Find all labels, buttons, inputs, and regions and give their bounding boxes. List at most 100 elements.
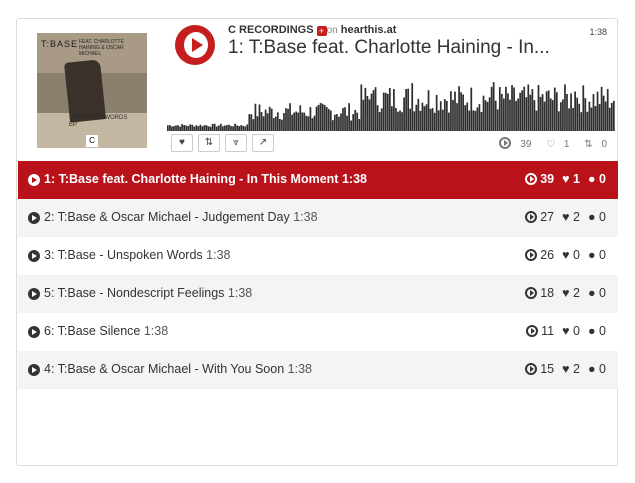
popout-button[interactable]: ↗ — [252, 134, 274, 152]
waveform-bar — [356, 112, 359, 131]
waveform-bar — [578, 103, 581, 131]
heart-icon: ♥ — [562, 324, 570, 338]
play-count-icon — [525, 249, 538, 261]
site-link[interactable]: hearthis.at — [341, 24, 397, 36]
waveform-bar — [287, 108, 289, 131]
waveform-bar — [588, 101, 591, 131]
follow-plus-icon[interactable]: + — [316, 26, 327, 36]
waveform-bar — [612, 100, 615, 131]
waveform-bar — [429, 108, 432, 131]
repost-button[interactable]: ⇅ — [198, 134, 220, 152]
waveform-bar — [543, 101, 546, 131]
like-button[interactable]: ♥ — [171, 134, 193, 152]
waveform-bar — [586, 111, 589, 131]
waveform-bar — [553, 87, 556, 131]
waveform-bar — [437, 110, 440, 131]
play-circle-icon[interactable] — [28, 364, 40, 376]
waveform-bar — [372, 90, 375, 131]
waveform-bar — [409, 108, 412, 131]
play-circle-icon[interactable] — [28, 250, 40, 262]
waveform-bar — [376, 105, 379, 131]
artwork-figure — [63, 59, 107, 123]
comment-icon: ● — [588, 362, 596, 376]
play-count-icon — [525, 363, 538, 375]
track-stats: 39 ♥ 1 ● 0 — [517, 172, 606, 186]
waveform-bar — [423, 106, 426, 131]
waveform-bar — [252, 119, 255, 131]
track-title[interactable]: 1: T:Base feat. Charlotte Haining - In..… — [228, 37, 588, 59]
track-name[interactable]: 6: T:Base Silence 1:38 — [44, 324, 168, 338]
waveform-bar — [470, 87, 473, 131]
waveform-bar — [503, 98, 505, 131]
track-name[interactable]: 5: T:Base - Nondescript Feelings 1:38 — [44, 286, 252, 300]
waveform-bar — [560, 102, 562, 131]
track-row[interactable]: 6: T:Base Silence 1:38 11 ♥ 0 ● 0 — [18, 313, 618, 351]
waveform-bar — [456, 103, 458, 131]
waveform-bar — [181, 124, 183, 131]
waveform-bar — [494, 100, 497, 131]
track-row[interactable]: 5: T:Base - Nondescript Feelings 1:38 18 ♥… — [18, 275, 618, 313]
waveform-bar — [608, 107, 611, 131]
play-circle-icon[interactable] — [28, 174, 40, 186]
waveform-bar — [346, 115, 348, 131]
waveform-bar — [342, 108, 344, 131]
waveform-bar — [279, 118, 281, 131]
waveform-bar — [594, 106, 597, 131]
waveform-bar — [405, 89, 407, 131]
waveform-bar — [454, 91, 456, 131]
waveform-bar — [478, 104, 481, 131]
header-likes: ♡ 1 — [546, 139, 570, 150]
artwork-brand: T:BASE — [41, 39, 79, 49]
waveform-bar — [549, 98, 552, 131]
comment-icon: ● — [588, 172, 596, 186]
heart-outline-icon: ♡ — [546, 139, 556, 150]
waveform-bar — [445, 100, 448, 131]
waveform-bar — [403, 97, 405, 131]
waveform-bar — [368, 99, 371, 131]
waveform-bar — [386, 93, 389, 131]
waveform-bar — [527, 84, 530, 131]
album-artwork[interactable]: T:BASE FEAT. CHARLOTTE HAINING & OSCAR M… — [37, 33, 147, 148]
waveform-bar — [535, 110, 538, 131]
waveform-bar — [435, 94, 438, 131]
waveform-bar — [604, 101, 607, 131]
main-play-button[interactable] — [175, 25, 215, 65]
waveform-bar — [329, 110, 332, 131]
waveform-bar — [321, 103, 324, 131]
track-meta: C RECORDINGS + on hearthis.at — [228, 24, 396, 36]
track-likes: ♥ 2 — [562, 210, 580, 224]
header-plays: 39 — [493, 137, 531, 150]
waveform-bar — [539, 96, 542, 131]
waveform-bar — [352, 114, 355, 131]
waveform[interactable] — [167, 79, 615, 131]
waveform-bar — [592, 93, 595, 131]
track-name[interactable]: 2: T:Base & Oscar Michael - Judgement Da… — [44, 210, 318, 224]
track-name[interactable]: 4: T:Base & Oscar Michael - With You Soo… — [44, 362, 312, 376]
play-circle-icon[interactable] — [28, 288, 40, 300]
waveform-bar — [301, 112, 304, 131]
player-header: T:BASE FEAT. CHARLOTTE HAINING & OSCAR M… — [17, 19, 617, 160]
waveform-bar — [574, 91, 576, 131]
waveform-bar — [393, 89, 395, 131]
track-name[interactable]: 1: T:Base feat. Charlotte Haining - In T… — [44, 172, 367, 186]
share-button[interactable]: ⩔ — [225, 134, 247, 152]
waveform-bar — [362, 99, 365, 131]
track-row[interactable]: 1: T:Base feat. Charlotte Haining - In T… — [18, 161, 618, 199]
waveform-bar — [568, 108, 570, 131]
waveform-bar — [464, 105, 467, 131]
waveform-bar — [460, 92, 462, 131]
waveform-bar — [248, 114, 251, 131]
track-comments: ● 0 — [588, 172, 606, 186]
track-row[interactable]: 3: T:Base - Unspoken Words 1:38 26 ♥ 0 ● 0 — [18, 237, 618, 275]
waveform-bar — [582, 85, 585, 131]
waveform-bar — [388, 87, 391, 131]
waveform-bar — [602, 95, 605, 131]
waveform-bar — [276, 112, 279, 131]
play-circle-icon[interactable] — [28, 326, 40, 338]
waveform-bar — [564, 84, 566, 131]
play-circle-icon[interactable] — [28, 212, 40, 224]
track-row[interactable]: 4: T:Base & Oscar Michael - With You Soo… — [18, 351, 618, 389]
track-name[interactable]: 3: T:Base - Unspoken Words 1:38 — [44, 248, 230, 262]
track-row[interactable]: 2: T:Base & Oscar Michael - Judgement Da… — [18, 199, 618, 237]
user-link[interactable]: C RECORDINGS — [228, 24, 314, 36]
